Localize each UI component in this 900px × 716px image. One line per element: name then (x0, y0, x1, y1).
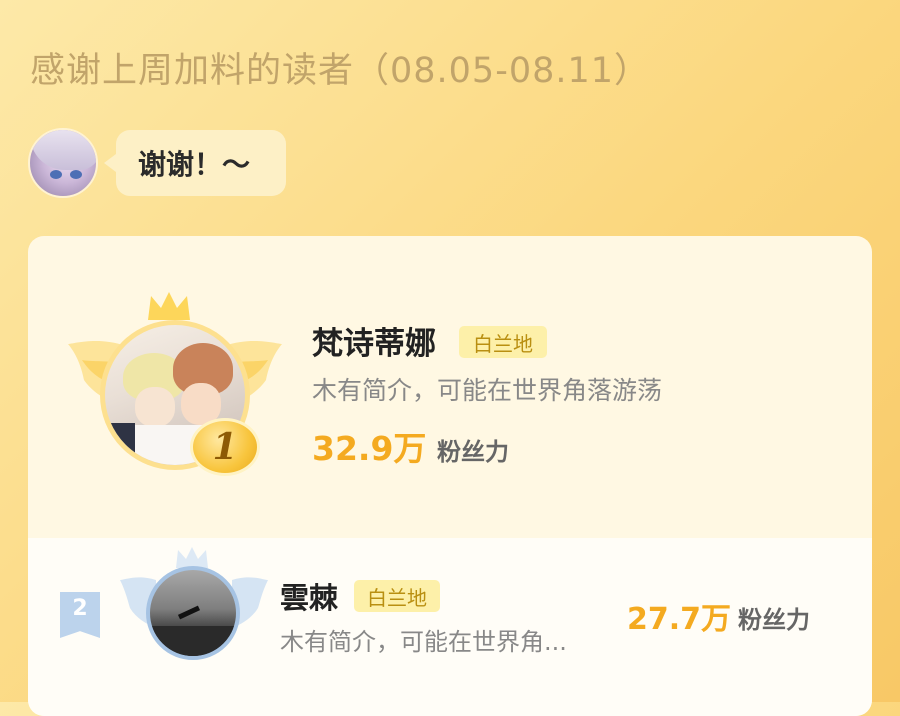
page-title: 感谢上周加料的读者（08.05-08.11） (30, 51, 651, 91)
author-avatar[interactable] (28, 128, 98, 198)
rank-2-badge: 2 (60, 592, 100, 638)
user-tag-rank-2: 白兰地 (354, 580, 440, 612)
user-bio-rank-2: 木有简介，可能在世界角... (280, 628, 567, 656)
greeting-bubble: 谢谢！～ (104, 130, 286, 196)
fans-label-rank-1: 粉丝力 (437, 438, 509, 466)
user-tag-rank-1: 白兰地 (459, 326, 547, 358)
fans-value-rank-2: 27.7万 (627, 602, 732, 637)
crown-icon (148, 292, 190, 320)
rank-1-badge: 1 (190, 418, 260, 476)
fans-label-rank-2: 粉丝力 (738, 606, 810, 634)
user-name-rank-2[interactable]: 雲棘 (280, 575, 338, 617)
fans-value-rank-1: 32.9万 (312, 429, 427, 468)
user-name-rank-1[interactable]: 梵诗蒂娜 (312, 318, 436, 363)
user-bio-rank-1: 木有简介，可能在世界角落游荡 (312, 376, 663, 405)
user-avatar-rank-2[interactable] (146, 566, 240, 660)
